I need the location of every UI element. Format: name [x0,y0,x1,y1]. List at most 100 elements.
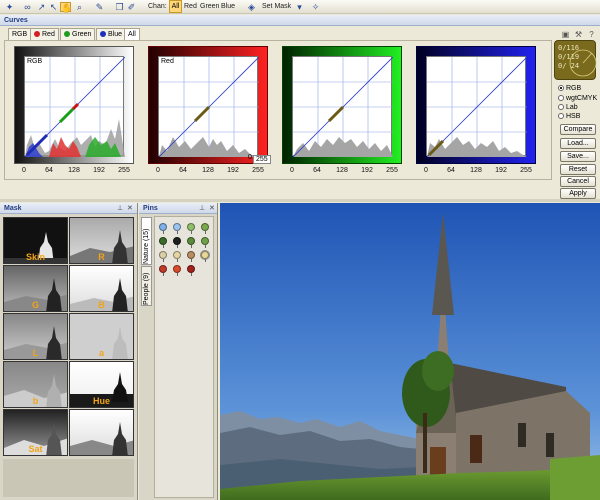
load-button[interactable]: Load... [560,138,596,149]
pin-item[interactable] [173,251,181,262]
mask-tile-hue[interactable]: Hue [69,361,134,408]
set-mask-button[interactable]: Set Mask [262,2,291,12]
tick-128: 128 [68,167,80,174]
mask-tile-b[interactable]: B [69,265,134,312]
curves-panel-title: Curves [0,15,600,26]
mask-tile-g[interactable]: G [3,265,68,312]
pin-item[interactable] [187,237,195,248]
channel-blue-button[interactable]: Blue [221,2,235,12]
tab-all[interactable]: All [124,28,140,40]
magic-wand-icon[interactable]: ✧ [310,2,321,12]
tab-blue[interactable]: Blue [96,28,127,40]
pin-item[interactable] [187,265,195,276]
dial-value-2: 0/119 [558,53,580,61]
curve-plot-blue[interactable]: Blue [426,56,527,157]
curve-name-rgb: RGB [27,58,43,65]
zoom-icon[interactable]: ⌕ [74,2,85,12]
channel-all-button[interactable]: All [169,0,182,13]
curve-ticks: 0 64 128 192 255 [282,166,402,176]
tick-64: 64 [45,167,53,174]
mask-tile-skin[interactable]: Skin [3,217,68,264]
pin-item[interactable] [187,251,195,262]
tab-rgb[interactable]: RGB [8,28,32,40]
pin-item[interactable] [201,223,209,234]
curve-plot-green[interactable]: Green [292,56,393,157]
pin-item[interactable] [200,250,210,262]
curve-tool-icon[interactable]: ↗ [36,2,47,12]
close-icon[interactable]: ✕ [209,204,215,212]
pin-item[interactable] [159,265,167,276]
compare-button[interactable]: Compare [560,124,596,135]
pin-panel-icon[interactable]: ⊥ [117,204,123,212]
copy-icon[interactable]: ❐ [114,2,125,12]
channel-label: Chan: [148,3,167,10]
close-icon[interactable]: ✕ [127,204,133,212]
cancel-button[interactable]: Cancel [560,176,596,187]
link-icon[interactable]: ∞ [22,2,33,12]
pin-item[interactable] [173,223,181,234]
apply-button[interactable]: Apply [560,188,596,199]
mask-tile-r[interactable]: R [69,217,134,264]
curve-blue: Blue 0 64 128 192 255 [416,46,536,176]
model-hsb-radio[interactable]: HSB [558,113,596,121]
curve-plot-rgb[interactable]: RGB [24,56,125,157]
tick-128: 128 [470,167,482,174]
splitter[interactable] [0,199,600,202]
tick-64: 64 [179,167,187,174]
dial-value-1: 0/116 [558,44,580,52]
tab-red[interactable]: Red [30,28,59,40]
model-cmyk-radio[interactable]: wgtCMYK [558,95,597,103]
pin-panel-icon[interactable]: ⊥ [199,204,205,212]
curve-plot-red[interactable]: Red 255 [158,56,271,164]
pin-item[interactable] [201,237,209,248]
toolbar: ✦ ∞ ↗ ↖ ✋ ⌕ ✎ ❐ ✐ Chan: All Red Green Bl… [0,0,600,14]
preview-image[interactable] [220,203,600,500]
dial-value-3: 0/ 24 [558,62,580,70]
arrow-tool-icon[interactable]: ↖ [48,2,59,12]
tick-192: 192 [361,167,373,174]
pin-item[interactable] [173,265,181,276]
color-dial[interactable]: 0/116 0/119 0/ 24 [554,40,597,80]
mask-tile-extra[interactable] [69,409,134,456]
brush-icon[interactable]: ✐ [126,2,137,12]
model-rgb-radio[interactable]: RGB [558,85,596,93]
pin-item[interactable] [159,223,167,234]
tab-people[interactable]: People (9) [141,266,152,306]
curve-rgb: RGB 0 64 128 192 255 [14,46,134,176]
output-readout: 0 [248,154,252,161]
mask-tile-b-lab[interactable]: b [3,361,68,408]
curve-red: Red 255 0 0 64 128 192 255 [148,46,271,176]
input-readout: 255 [253,155,271,164]
tab-nature[interactable]: Nature (15) [141,217,152,265]
folder-icon[interactable]: ▣ [561,30,570,39]
mask-tile-a[interactable]: a [69,313,134,360]
tick-0: 0 [22,167,26,174]
channel-green-button[interactable]: Green [200,2,219,12]
reset-button[interactable]: Reset [560,164,596,175]
blue-dot-icon [100,31,106,37]
channel-red-button[interactable]: Red [184,2,197,12]
save-button[interactable]: Save... [560,151,596,162]
pins-panel: Pins ⊥ ✕ Nature (15) People (9) [139,203,218,500]
model-lab-radio[interactable]: Lab [558,104,596,112]
dropdown-arrow-icon[interactable]: ▾ [294,2,305,12]
hand-tool-icon[interactable]: ✋ [60,2,72,13]
tab-green[interactable]: Green [60,28,96,40]
tick-0: 0 [290,167,294,174]
mask-tile-sat[interactable]: Sat [3,409,68,456]
eyedropper-icon[interactable]: ✎ [94,2,105,12]
pin-item[interactable] [159,251,167,262]
pin-item[interactable] [187,223,195,234]
pin-item[interactable] [173,237,181,248]
curve-green: Green 0 64 128 192 255 [282,46,402,176]
tick-64: 64 [313,167,321,174]
help-icon[interactable]: ? [587,30,596,39]
pin-tool-icon[interactable]: ✦ [4,2,15,12]
curve-name-green: Green [295,58,315,65]
wrench-icon[interactable]: ⚒ [574,30,583,39]
tick-255: 255 [386,167,398,174]
mask-tile-l[interactable]: L [3,313,68,360]
set-mask-icon: ◈ [248,2,255,12]
pin-item[interactable] [159,237,167,248]
curve-ticks: 0 64 128 192 255 [14,166,134,176]
